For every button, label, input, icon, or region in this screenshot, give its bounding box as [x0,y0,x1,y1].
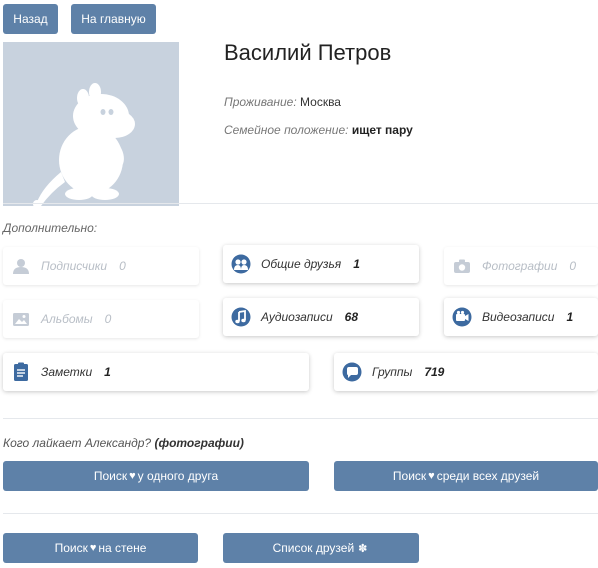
residence-value: Москва [300,95,341,109]
video-camera-icon [452,306,472,328]
groups-count: 719 [424,365,445,379]
subscribers-label: Подписчики [41,259,108,273]
divider [3,513,598,514]
button-label: Поиск [392,469,427,483]
profile-name: Василий Петров [224,40,392,65]
albums-count: 0 [104,312,112,326]
search-likes-one-friend-button[interactable]: Поиск ♥ у одного друга [3,461,309,491]
family-status-value: ищет пару [351,123,413,137]
friends-list-button[interactable]: Список друзей ✽ [223,533,419,563]
mutual-friends-count: 1 [353,257,360,271]
likes-photos-link[interactable]: (фотографии) [154,436,243,450]
residence-label: Проживание: [224,95,297,109]
back-button-label: Назад [13,12,48,26]
avatar [3,42,179,206]
subscribers-icon [11,255,31,277]
home-button[interactable]: На главную [71,4,156,34]
button-label: среди всех друзей [436,469,540,483]
moomin-silhouette-icon [33,83,135,206]
back-button[interactable]: Назад [3,4,58,34]
notes-label: Заметки [41,365,93,379]
likes-question: Кого лайкает Александр? (фотографии) [3,436,244,450]
residence-line: Проживание: Москва [224,95,341,109]
groups-card[interactable]: Группы 719 [334,353,598,391]
family-status-line: Семейное положение: ищет пару [224,123,413,137]
video-count: 1 [566,310,574,324]
photos-count: 0 [569,259,577,273]
audio-card[interactable]: Аудиозаписи 68 [223,298,419,336]
groups-icon [342,361,362,383]
photos-label: Фотографии [482,259,558,273]
albums-card[interactable]: Альбомы 0 [3,300,199,338]
settings-icon: ✽ [358,542,368,555]
extra-section-title: Дополнительно: [3,221,98,235]
mutual-friends-label: Общие друзья [261,257,342,271]
video-label: Видеозаписи [482,310,555,324]
heart-icon: ♥ [89,542,97,554]
notes-icon [11,361,31,383]
subscribers-count: 0 [119,259,126,273]
photos-card[interactable]: Фотографии 0 [444,247,598,285]
search-likes-all-friends-button[interactable]: Поиск ♥ среди всех друзей [334,461,598,491]
home-button-label: На главную [81,12,146,26]
audio-count: 68 [344,310,359,324]
button-label: Поиск [54,541,88,555]
heart-icon: ♥ [129,470,136,482]
subscribers-card[interactable]: Подписчики 0 [3,247,199,285]
notes-card[interactable]: Заметки 1 [3,353,309,391]
button-label: Список друзей [272,541,355,555]
albums-label: Альбомы [41,312,93,326]
search-likes-wall-button[interactable]: Поиск ♥ на стене [3,533,198,563]
family-status-label: Семейное положение: [224,123,349,137]
button-label: у одного друга [137,469,219,483]
video-card[interactable]: Видеозаписи 1 [444,298,598,336]
camera-icon [452,255,472,277]
divider [3,203,598,204]
button-label: Поиск [93,469,128,483]
button-label: на стене [98,541,147,555]
groups-label: Группы [372,365,413,379]
audio-label: Аудиозаписи [261,310,333,324]
divider [3,418,598,419]
albums-icon [11,308,31,330]
likes-question-text: Кого лайкает Александр? [3,436,152,450]
mutual-friends-icon [231,253,251,275]
mutual-friends-card[interactable]: Общие друзья 1 [223,245,419,283]
notes-count: 1 [104,365,111,379]
heart-icon: ♥ [428,470,435,482]
music-note-icon [231,306,251,328]
